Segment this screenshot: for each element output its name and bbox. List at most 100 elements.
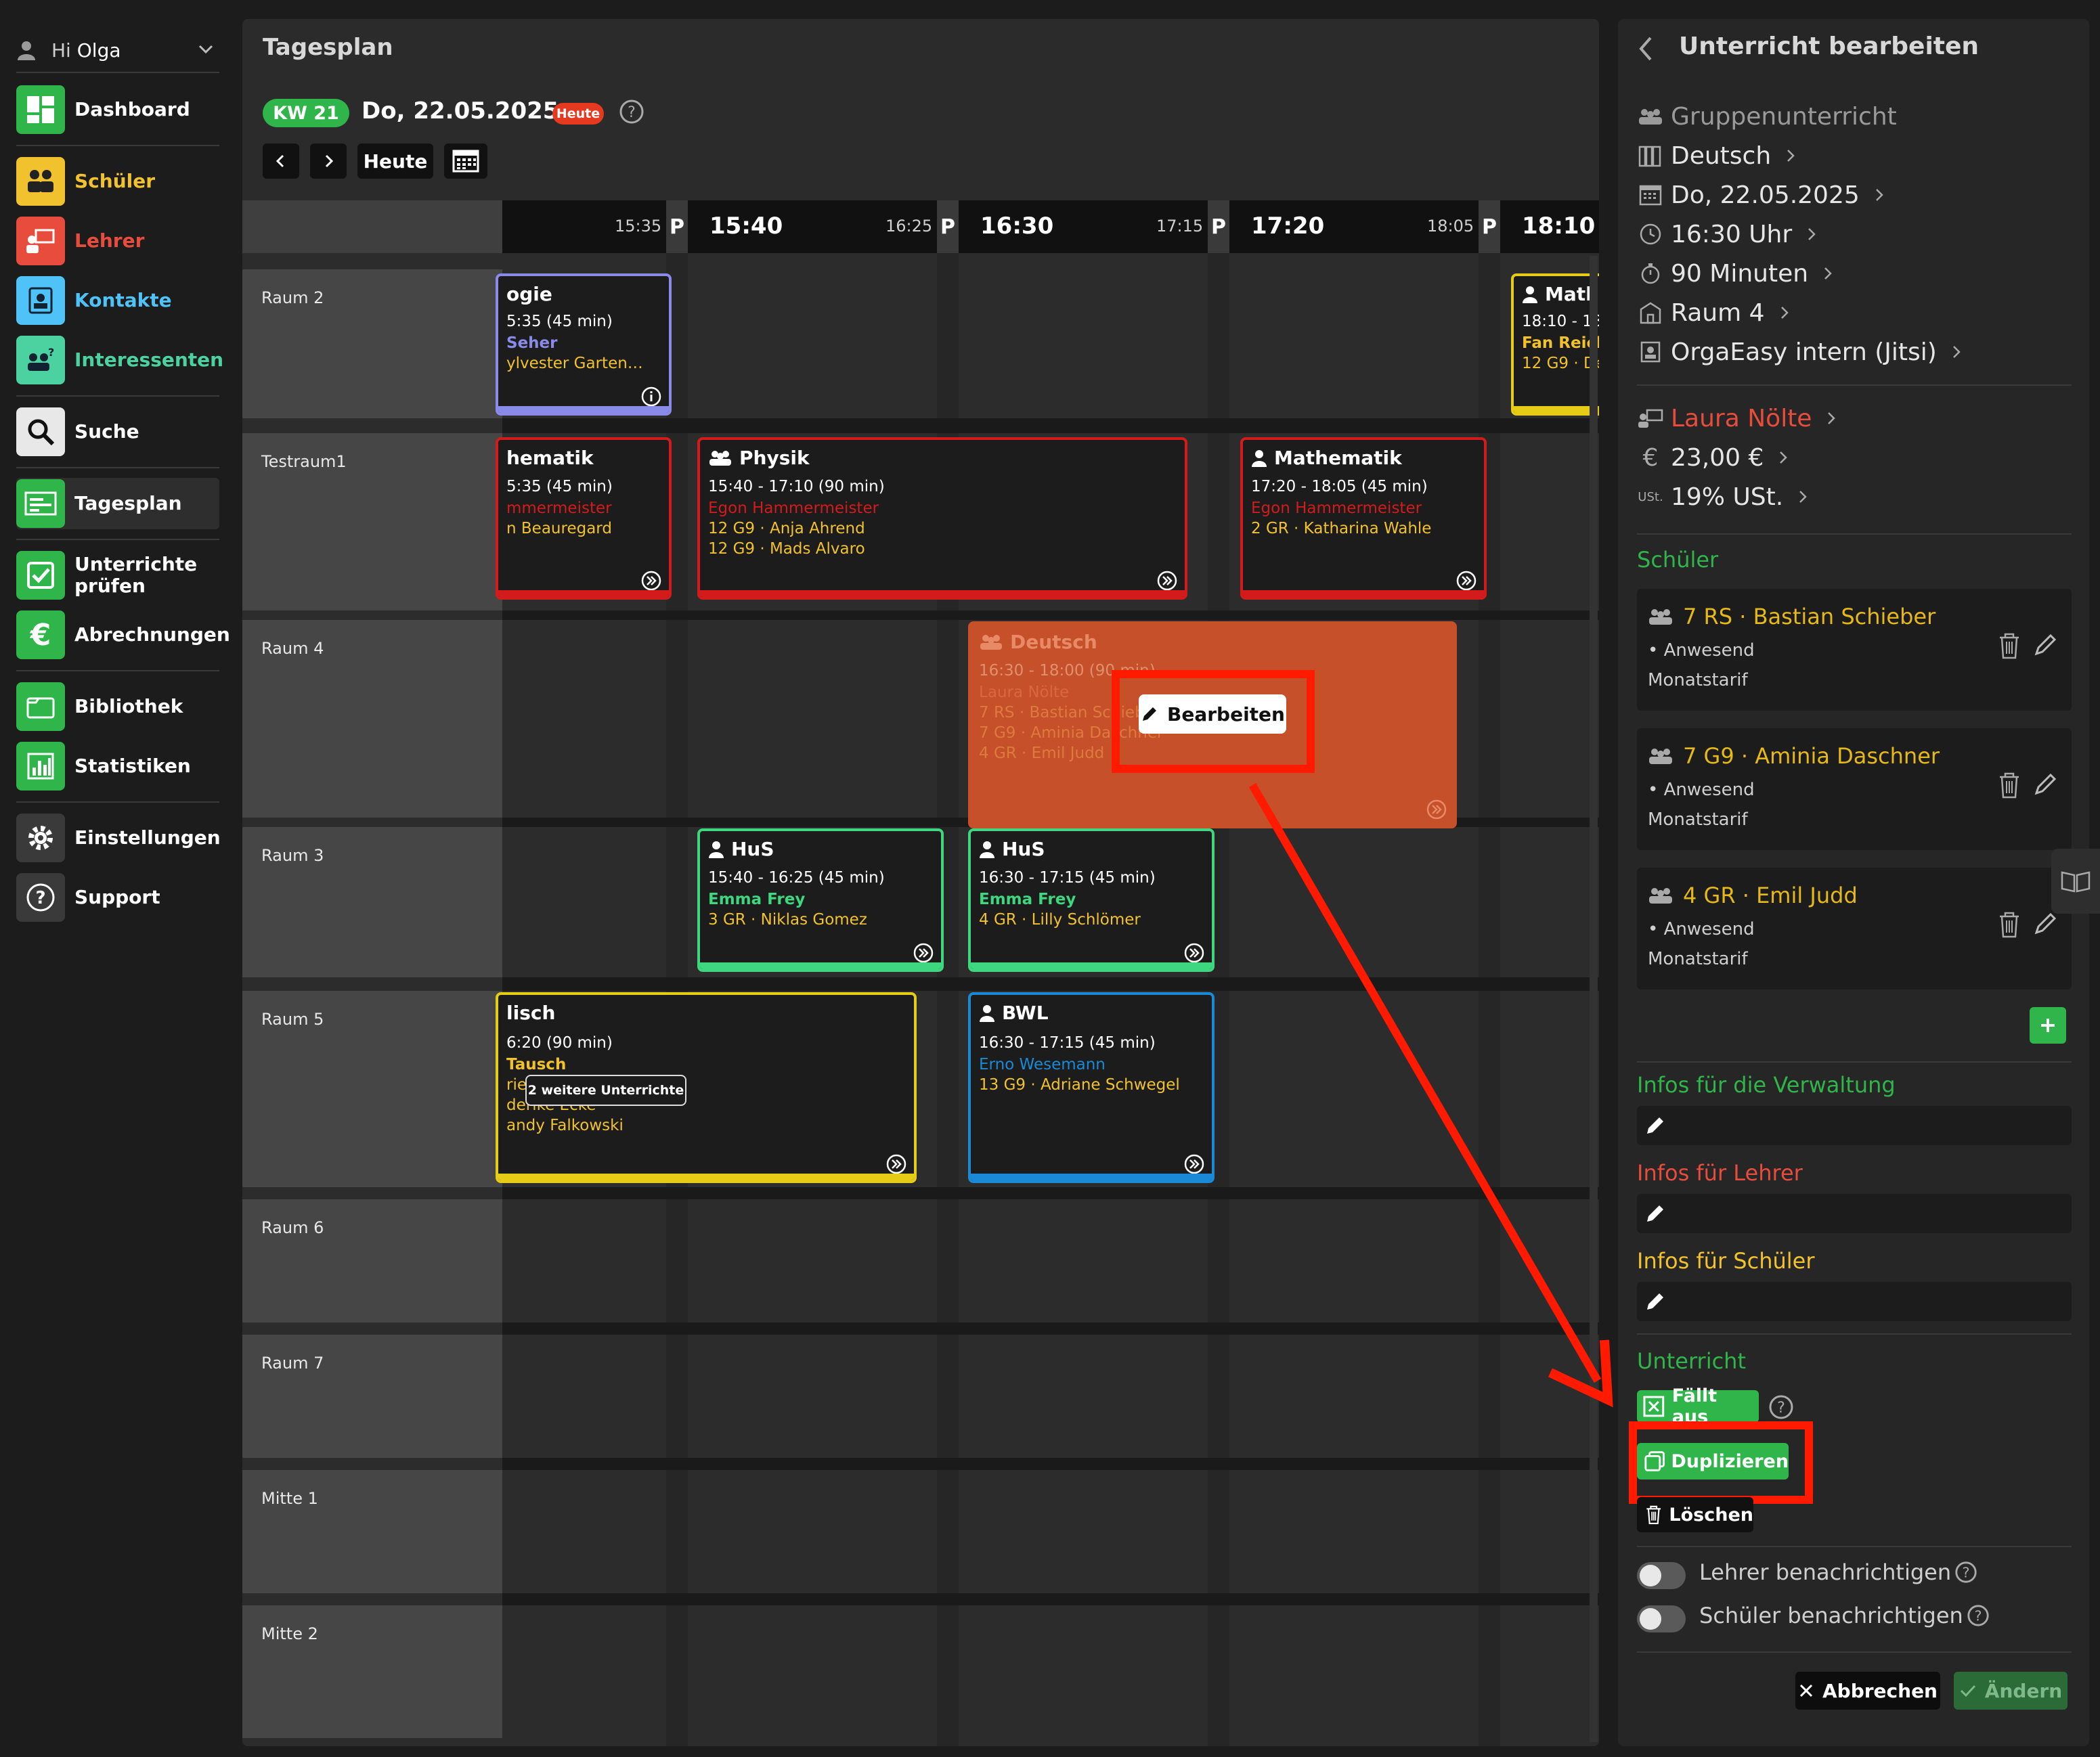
- trash-icon[interactable]: [1996, 910, 2023, 939]
- prospects-icon: ?: [16, 336, 65, 384]
- lesson-type-row: Gruppenunterricht: [1637, 99, 1897, 134]
- greeting-text: Hi: [51, 39, 71, 62]
- nav-search[interactable]: Suche: [16, 406, 219, 458]
- notify-teacher-toggle[interactable]: [1637, 1562, 1686, 1589]
- lesson-student: 4 GR · Emil Judd: [979, 744, 1105, 762]
- nav-label: Unterrichte prüfen: [74, 553, 198, 597]
- notify-students-label: Schüler benachrichtigen?: [1699, 1603, 1990, 1628]
- check-icon: [16, 551, 65, 600]
- time-label: 16:30: [980, 213, 1054, 240]
- edit-popup-button[interactable]: Bearbeiten: [1139, 694, 1286, 734]
- forward-icon[interactable]: [913, 942, 934, 964]
- group-icon: [709, 450, 731, 466]
- help-icon[interactable]: ?: [1966, 1603, 1990, 1628]
- row-divider: [502, 1593, 1599, 1605]
- card-bottom-bar: [498, 406, 669, 413]
- nav-contacts[interactable]: Kontakte: [16, 275, 219, 326]
- time-row[interactable]: 16:30 Uhr: [1637, 217, 1819, 252]
- room-row[interactable]: Raum 4: [1637, 295, 1792, 330]
- abort-button[interactable]: Abbrechen: [1795, 1672, 1940, 1710]
- current-date: Do, 22.05.2025: [362, 97, 559, 125]
- nav-dashboard[interactable]: Dashboard: [16, 84, 219, 135]
- card-bottom-bar: [971, 1174, 1212, 1180]
- teacher-row[interactable]: Laura Nölte: [1637, 401, 1839, 436]
- lesson-card[interactable]: Mathematik 17:20 - 18:05 (45 min) Egon H…: [1240, 437, 1487, 600]
- week-badge: KW 21: [263, 99, 349, 127]
- add-student-button[interactable]: [2030, 1007, 2066, 1044]
- help-icon[interactable]: ?: [1768, 1394, 1794, 1420]
- calendar-button[interactable]: [444, 143, 487, 179]
- nav-prospects[interactable]: ? Interessenten: [16, 334, 223, 386]
- lesson-title-text: BWL: [1002, 1002, 1049, 1024]
- forward-icon[interactable]: [640, 570, 662, 592]
- lesson-card[interactable]: BWL 16:30 - 17:15 (45 min) Erno Wesemann…: [968, 992, 1215, 1183]
- notify-students-toggle[interactable]: [1637, 1605, 1686, 1632]
- more-lessons-tooltip[interactable]: 2 weitere Unterrichte: [525, 1075, 686, 1106]
- lesson-card[interactable]: HuS 15:40 - 16:25 (45 min) Emma Frey 3 G…: [697, 828, 944, 972]
- lesson-type: Gruppenunterricht: [1671, 102, 1897, 131]
- attendance-status: • Anwesend: [1648, 640, 1755, 661]
- forward-icon[interactable]: [1156, 570, 1178, 592]
- forward-icon[interactable]: [1183, 1153, 1205, 1175]
- nav-dayplan[interactable]: Tagesplan: [16, 478, 219, 529]
- price-row[interactable]: € 23,00 €: [1637, 440, 1791, 475]
- forward-icon[interactable]: [885, 1153, 907, 1175]
- delete-button[interactable]: Löschen: [1637, 1497, 1753, 1532]
- duplicate-button[interactable]: Duplizieren: [1637, 1443, 1789, 1480]
- nav-support[interactable]: ? Support: [16, 872, 219, 923]
- forward-icon[interactable]: [1183, 942, 1205, 964]
- notify-teacher-text: Lehrer benachrichtigen: [1699, 1559, 1952, 1585]
- next-day-button[interactable]: [310, 143, 347, 179]
- date-row[interactable]: Do, 22.05.2025: [1637, 177, 1887, 213]
- trash-icon[interactable]: [1996, 770, 2023, 800]
- teacher-info-title: Infos für Lehrer: [1637, 1160, 1803, 1186]
- nav-library[interactable]: Bibliothek: [16, 681, 219, 732]
- lesson-card[interactable]: ogie 5:35 (45 min) Seher ylvester Garten…: [496, 273, 672, 416]
- pause-marker: P: [666, 200, 688, 253]
- back-chevron-icon[interactable]: [1636, 34, 1656, 64]
- help-icon[interactable]: ?: [1954, 1560, 1978, 1584]
- student-card[interactable]: 4 GR · Emil Judd • Anwesend Monatstarif: [1637, 868, 2072, 989]
- student-card[interactable]: 7 RS · Bastian Schieber • Anwesend Monat…: [1637, 589, 2072, 711]
- info-icon[interactable]: [640, 386, 662, 407]
- students-icon: [16, 157, 65, 206]
- nav-settings[interactable]: Einstellungen: [16, 812, 221, 864]
- prev-day-button[interactable]: [263, 143, 299, 179]
- student-card[interactable]: 7 G9 · Aminia Daschner • Anwesend Monats…: [1637, 728, 2072, 850]
- room-name: Mitte 1: [261, 1489, 318, 1508]
- price-value: 23,00 €: [1671, 443, 1764, 472]
- student-info-field[interactable]: [1637, 1282, 2072, 1321]
- header-corner: [242, 200, 502, 253]
- nav-teachers[interactable]: Lehrer: [16, 215, 219, 267]
- vat-row[interactable]: USt. 19% USt.: [1637, 479, 1810, 514]
- teacher-info-field[interactable]: [1637, 1194, 2072, 1233]
- lesson-student: 2 GR · Katharina Wahle: [1251, 520, 1432, 537]
- duration-row[interactable]: 90 Minuten: [1637, 256, 1835, 291]
- pencil-icon[interactable]: [2032, 770, 2059, 797]
- lesson-card[interactable]: Mathe 18:10 - 18: Fan Reichl 12 G9 · Der: [1511, 273, 1599, 416]
- teacher-value: Laura Nölte: [1671, 404, 1812, 432]
- subject-row[interactable]: Deutsch: [1637, 138, 1798, 173]
- help-book-tab[interactable]: [2051, 849, 2100, 914]
- lesson-teacher: Egon Hammermeister: [1251, 499, 1422, 517]
- user-menu[interactable]: Hi Olga: [16, 32, 219, 68]
- today-button[interactable]: Heute: [357, 143, 433, 179]
- location-row[interactable]: OrgaEasy intern (Jitsi): [1637, 334, 1964, 370]
- save-button[interactable]: Ändern: [1954, 1672, 2068, 1710]
- pencil-icon[interactable]: [2032, 631, 2059, 658]
- trash-icon[interactable]: [1996, 631, 2023, 661]
- nav-billing[interactable]: € Abrechnungen: [16, 609, 230, 661]
- divider: [1637, 1546, 2072, 1547]
- lesson-card[interactable]: Physik 15:40 - 17:10 (90 min) Egon Hamme…: [697, 437, 1187, 600]
- nav-statistics[interactable]: Statistiken: [16, 740, 219, 792]
- nav-check-lessons[interactable]: Unterrichte prüfen: [16, 550, 219, 601]
- nav-students[interactable]: Schüler: [16, 156, 219, 207]
- chevron-down-icon[interactable]: [196, 39, 215, 58]
- forward-icon[interactable]: [1456, 570, 1477, 592]
- admin-info-field[interactable]: [1637, 1106, 2072, 1145]
- pencil-icon[interactable]: [2032, 910, 2059, 937]
- lesson-card[interactable]: HuS 16:30 - 17:15 (45 min) Emma Frey 4 G…: [968, 828, 1215, 972]
- lesson-card[interactable]: hematik 5:35 (45 min) mmermeister n Beau…: [496, 437, 672, 600]
- help-icon[interactable]: ?: [619, 99, 644, 125]
- row-divider: [502, 610, 1599, 620]
